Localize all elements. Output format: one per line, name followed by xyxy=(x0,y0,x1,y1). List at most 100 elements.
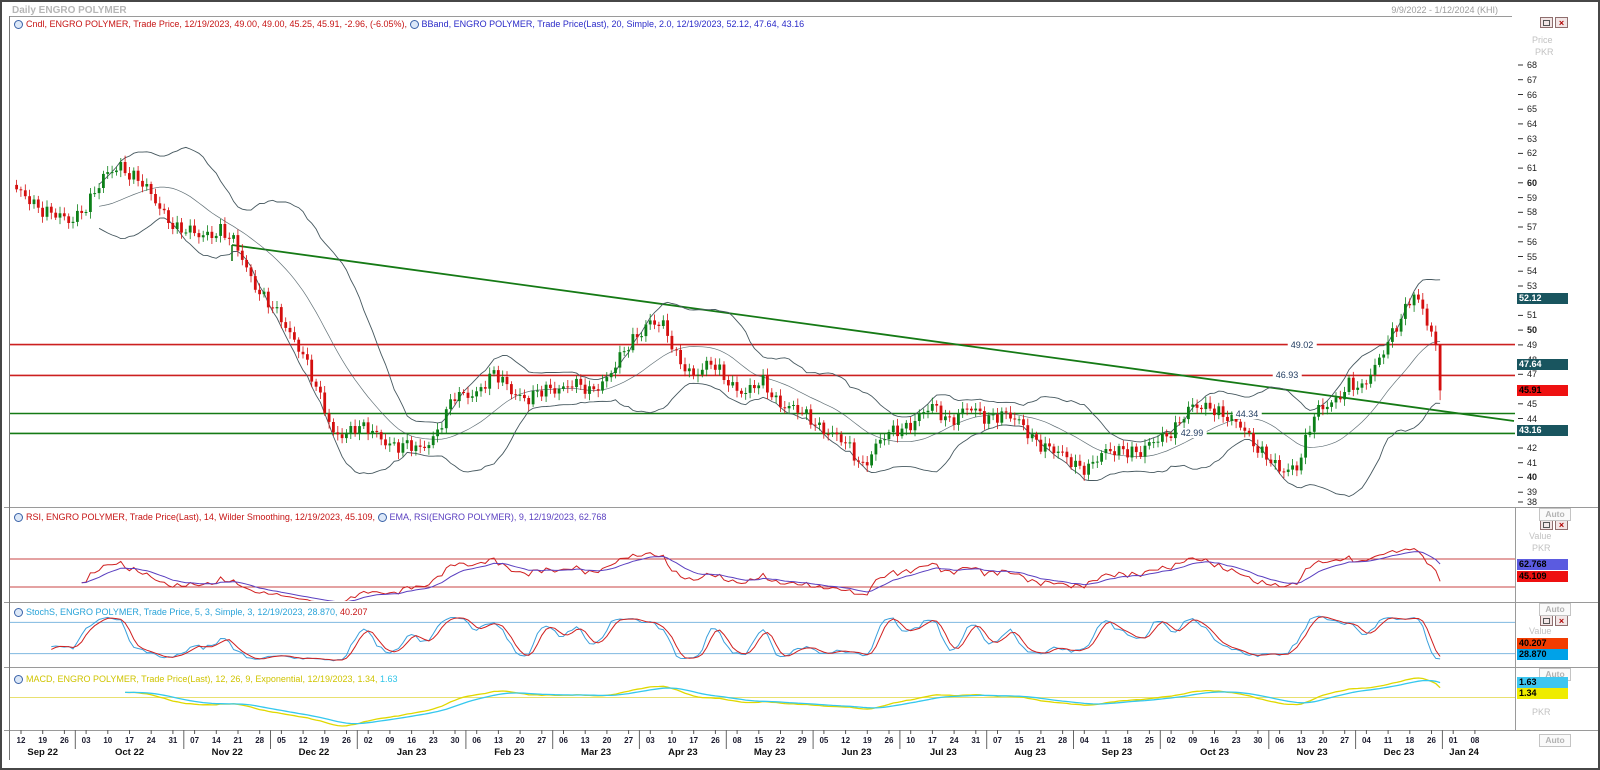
macd-auto-scale-button[interactable]: Auto xyxy=(1539,734,1571,747)
day-label: 10 xyxy=(103,736,112,745)
day-label: 28 xyxy=(1058,736,1067,745)
price-axis-badge: 43.16 xyxy=(1517,425,1568,436)
bband-legend-label[interactable]: BBand, ENGRO POLYMER, Trade Price(Last),… xyxy=(422,19,805,29)
rsi-legend-label[interactable]: RSI, ENGRO POLYMER, Trade Price(Last), 1… xyxy=(26,512,378,522)
day-label: 06 xyxy=(472,736,481,745)
series-icon xyxy=(14,675,23,684)
restore-icon[interactable] xyxy=(1540,17,1553,28)
stoch-axis-badge: 28.870 xyxy=(1517,649,1568,660)
day-label: 17 xyxy=(928,736,937,745)
day-label: 12 xyxy=(17,736,26,745)
day-label: 10 xyxy=(906,736,915,745)
macd-legend-label[interactable]: MACD, ENGRO POLYMER, Trade Price(Last), … xyxy=(26,674,380,684)
price-tick-label: 55 xyxy=(1527,252,1537,262)
day-label: 26 xyxy=(60,736,69,745)
price-tick-label: 62 xyxy=(1527,148,1537,158)
close-icon[interactable]: × xyxy=(1555,17,1568,28)
price-legend[interactable]: Cndl, ENGRO POLYMER, Trade Price, 12/19/… xyxy=(14,19,804,29)
day-label: 08 xyxy=(1470,736,1479,745)
day-label: 21 xyxy=(234,736,243,745)
rsi-legend[interactable]: RSI, ENGRO POLYMER, Trade Price(Last), 1… xyxy=(14,512,606,522)
month-label: Dec 23 xyxy=(1384,747,1415,758)
day-label: 03 xyxy=(82,736,91,745)
stoch-legend-last[interactable]: 40.207 xyxy=(340,607,368,617)
price-axis-badge: 45.91 xyxy=(1517,385,1568,396)
day-label: 15 xyxy=(754,736,763,745)
day-label: 26 xyxy=(711,736,720,745)
day-label: 04 xyxy=(1362,736,1371,745)
chart-plot[interactable] xyxy=(2,2,1600,770)
series-icon xyxy=(14,20,23,29)
restore-icon[interactable] xyxy=(1540,615,1553,626)
day-label: 22 xyxy=(776,736,785,745)
day-label: 18 xyxy=(1123,736,1132,745)
day-label: 19 xyxy=(38,736,47,745)
price-tick-label: 67 xyxy=(1527,75,1537,85)
day-label: 20 xyxy=(516,736,525,745)
day-label: 14 xyxy=(212,736,221,745)
hline-value-label[interactable]: 42.99 xyxy=(1178,428,1207,438)
price-tick-label: 38 xyxy=(1527,497,1537,507)
chart-window: Daily ENGRO POLYMER 9/9/2022 - 1/12/2024… xyxy=(0,0,1600,770)
day-label: 03 xyxy=(646,736,655,745)
series-icon xyxy=(378,513,387,522)
rsi-auto-scale-button[interactable]: Auto xyxy=(1539,603,1571,616)
price-tick-label: 41 xyxy=(1527,458,1537,468)
price-tick-label: 59 xyxy=(1527,193,1537,203)
month-label: Feb 23 xyxy=(494,747,524,758)
price-tick-label: 50 xyxy=(1527,325,1537,335)
day-label: 30 xyxy=(451,736,460,745)
month-label: May 23 xyxy=(754,747,786,758)
price-auto-scale-button[interactable]: Auto xyxy=(1539,508,1571,521)
month-label: Mar 23 xyxy=(581,747,611,758)
stoch-legend[interactable]: StochS, ENGRO POLYMER, Trade Price, 5, 3… xyxy=(14,607,368,617)
hline-value-label[interactable]: 49.02 xyxy=(1288,340,1317,350)
day-label: 26 xyxy=(342,736,351,745)
hline-value-label[interactable]: 44.34 xyxy=(1233,409,1262,419)
price-tick-label: 60 xyxy=(1527,178,1537,188)
rsi-axis-badge: 62.768 xyxy=(1517,559,1568,570)
macd-legend[interactable]: MACD, ENGRO POLYMER, Trade Price(Last), … xyxy=(14,674,398,684)
rsi-axis-badge: 45.109 xyxy=(1517,571,1568,582)
day-label: 23 xyxy=(1232,736,1241,745)
day-label: 17 xyxy=(125,736,134,745)
price-axis-badge: 52.12 xyxy=(1517,293,1568,304)
stoch-legend-label[interactable]: StochS, ENGRO POLYMER, Trade Price, 5, 3… xyxy=(26,607,340,617)
day-label: 16 xyxy=(407,736,416,745)
day-label: 12 xyxy=(299,736,308,745)
day-label: 28 xyxy=(255,736,264,745)
day-label: 09 xyxy=(385,736,394,745)
series-icon xyxy=(14,608,23,617)
day-label: 10 xyxy=(668,736,677,745)
month-label: Aug 23 xyxy=(1014,747,1046,758)
month-label: Jan 23 xyxy=(397,747,427,758)
month-label: Nov 22 xyxy=(212,747,243,758)
day-label: 06 xyxy=(1275,736,1284,745)
series-icon xyxy=(410,20,419,29)
day-label: 29 xyxy=(798,736,807,745)
month-label: Sep 22 xyxy=(27,747,58,758)
day-label: 19 xyxy=(863,736,872,745)
hline-value-label[interactable]: 46.93 xyxy=(1273,370,1302,380)
month-label: Apr 23 xyxy=(668,747,698,758)
rsi-ema-legend-label[interactable]: EMA, RSI(ENGRO POLYMER), 9, 12/19/2023, … xyxy=(390,512,607,522)
day-label: 02 xyxy=(1167,736,1176,745)
day-label: 08 xyxy=(733,736,742,745)
day-label: 31 xyxy=(168,736,177,745)
day-label: 24 xyxy=(147,736,156,745)
day-label: 13 xyxy=(494,736,503,745)
day-label: 18 xyxy=(1405,736,1414,745)
day-label: 01 xyxy=(1449,736,1458,745)
macd-legend-last[interactable]: 1.63 xyxy=(380,674,398,684)
rsi-axis-title: Value xyxy=(1529,531,1551,541)
day-label: 20 xyxy=(602,736,611,745)
candle-legend-label[interactable]: Cndl, ENGRO POLYMER, Trade Price, 12/19/… xyxy=(26,19,410,29)
close-icon[interactable]: × xyxy=(1555,615,1568,626)
day-label: 21 xyxy=(1036,736,1045,745)
price-tick-label: 66 xyxy=(1527,90,1537,100)
price-tick-label: 54 xyxy=(1527,266,1537,276)
day-label: 27 xyxy=(1340,736,1349,745)
day-label: 13 xyxy=(581,736,590,745)
macd-axis-badge: 1.34 xyxy=(1517,688,1568,699)
day-label: 31 xyxy=(971,736,980,745)
